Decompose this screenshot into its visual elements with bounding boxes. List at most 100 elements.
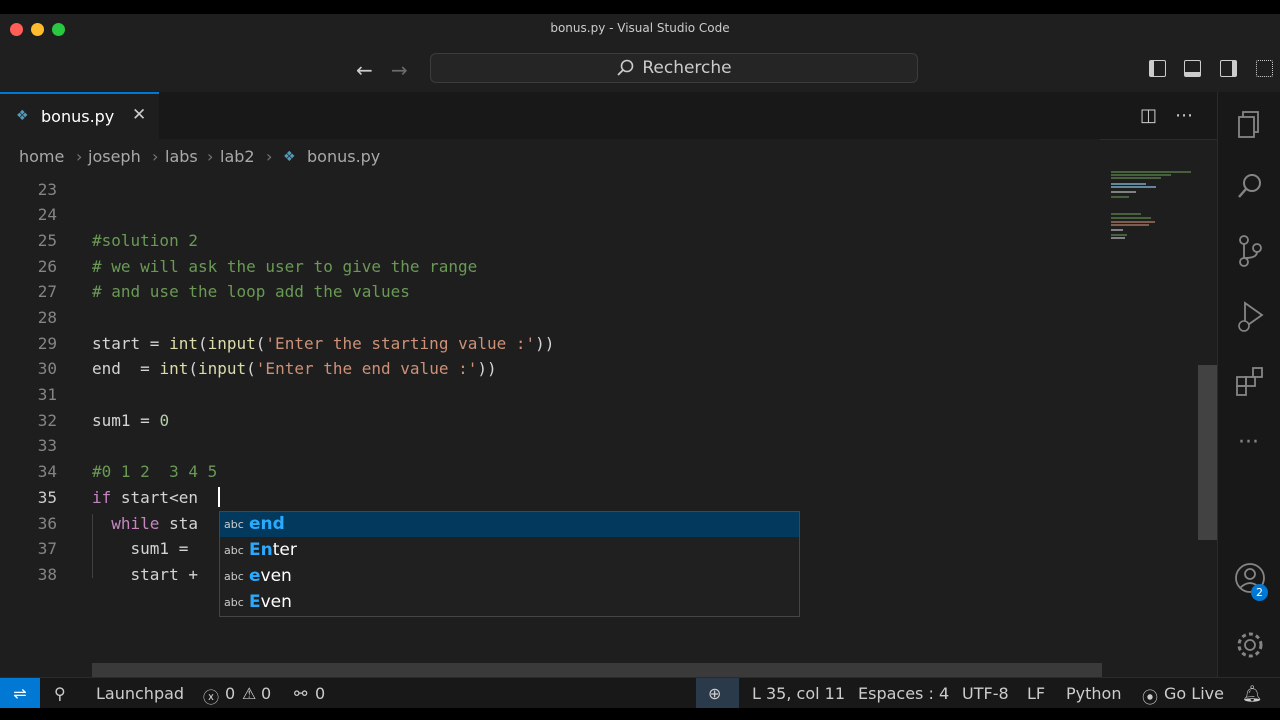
window-title: bonus.py - Visual Studio Code	[550, 21, 730, 35]
line-number: 28	[37, 308, 57, 327]
code-line: start +	[92, 565, 198, 584]
search-icon[interactable]	[1236, 172, 1264, 202]
accounts-badge: 2	[1251, 584, 1268, 601]
code-line: # we will ask the user to give the range	[92, 257, 478, 276]
code-line: sum1 =	[92, 539, 189, 558]
breadcrumb-file[interactable]: bonus.py	[307, 147, 380, 166]
forward-arrow-icon[interactable]: →	[391, 58, 408, 82]
horizontal-scrollbar[interactable]	[92, 663, 1102, 677]
notifications-bell-icon[interactable]: 🔔︎	[1242, 684, 1262, 703]
search-icon	[617, 59, 634, 76]
split-editor-icon[interactable]: ◫	[1140, 105, 1157, 126]
code-line: #solution 2	[92, 231, 198, 250]
line-number: 27	[37, 282, 57, 301]
zoom-icon: ⊕	[708, 684, 722, 703]
text-kind-icon: abc	[224, 518, 244, 531]
extensions-icon[interactable]	[1234, 365, 1266, 397]
bottom-strip	[0, 708, 1280, 720]
ports-icon: ⚯	[294, 684, 308, 703]
error-icon: ⓧ	[203, 688, 220, 707]
remote-indicator-icon[interactable]: ⇌	[0, 678, 40, 709]
code-line: while sta	[111, 514, 198, 533]
close-tab-icon[interactable]: ✕	[132, 105, 146, 125]
text-kind-icon: abc	[224, 596, 244, 609]
status-bar: ⇌ ⚲ Launchpad ⓧ 0 ⚠ 0 ⚯ 0 ⊕ L 35, col 11…	[0, 677, 1280, 709]
suggestion-word: end	[249, 514, 285, 534]
error-count[interactable]: 0	[225, 684, 235, 703]
suggestion-word: even	[249, 566, 292, 586]
indent-guide	[92, 514, 93, 578]
code-line-active: if start<en	[92, 488, 198, 507]
cursor-position[interactable]: L 35, col 11	[752, 684, 845, 703]
breadcrumb-home[interactable]: home	[19, 147, 64, 166]
warning-icon: ⚠	[242, 684, 257, 703]
vertical-scrollbar[interactable]	[1198, 365, 1217, 540]
minimap[interactable]	[1103, 171, 1200, 663]
suggestion-item[interactable]: abc Even	[220, 590, 799, 615]
toggle-primary-sidebar-icon[interactable]	[1149, 60, 1166, 77]
customize-layout-icon[interactable]	[1256, 60, 1273, 77]
python-file-icon: ❖	[16, 108, 29, 124]
code-line: #0 1 2 3 4 5	[92, 462, 218, 481]
source-control-icon[interactable]	[1236, 234, 1264, 268]
text-cursor	[218, 487, 220, 507]
run-debug-icon[interactable]	[1236, 300, 1266, 334]
warning-count[interactable]: 0	[261, 684, 271, 703]
line-number: 24	[37, 205, 57, 224]
search-label: Recherche	[642, 58, 732, 78]
command-search-box[interactable]: Recherche	[430, 53, 918, 83]
code-line: end = int(input('Enter the end value :')…	[92, 359, 497, 378]
title-bar: bonus.py - Visual Studio Code ← → Recher…	[0, 0, 1280, 92]
tab-bar: ❖ bonus.py ✕	[0, 92, 1217, 140]
indentation[interactable]: Espaces : 4	[858, 684, 949, 703]
breadcrumb-labs[interactable]: labs	[165, 147, 198, 166]
go-live-button[interactable]: Go Live	[1164, 684, 1224, 703]
tab-bonus-py[interactable]: ❖ bonus.py ✕	[0, 92, 159, 139]
line-number: 35	[37, 488, 57, 507]
suggestion-word: Enter	[249, 540, 297, 560]
language-mode[interactable]: Python	[1066, 684, 1121, 703]
settings-gear-icon[interactable]	[1234, 629, 1266, 661]
line-number: 25	[37, 231, 57, 250]
breadcrumb-lab2[interactable]: lab2	[220, 147, 255, 166]
code-line: start = int(input('Enter the starting va…	[92, 334, 555, 353]
more-views-icon[interactable]: ···	[1238, 430, 1259, 455]
line-number: 37	[37, 539, 57, 558]
breadcrumb-joseph[interactable]: joseph	[88, 147, 141, 166]
line-number: 33	[37, 436, 57, 455]
tab-label: bonus.py	[41, 107, 115, 126]
line-number: 30	[37, 359, 57, 378]
suggestion-item[interactable]: abc end	[220, 512, 799, 537]
line-number: 38	[37, 565, 57, 584]
explorer-icon[interactable]	[1236, 110, 1264, 140]
launchpad-button[interactable]: Launchpad	[96, 684, 184, 703]
python-file-icon: ❖	[283, 149, 296, 165]
back-arrow-icon[interactable]: ←	[356, 58, 373, 82]
top-strip	[0, 0, 1280, 14]
toggle-panel-icon[interactable]	[1184, 60, 1201, 77]
activity-bar: ···	[1217, 92, 1280, 677]
toggle-secondary-sidebar-icon[interactable]	[1220, 60, 1237, 77]
line-number: 26	[37, 257, 57, 276]
text-kind-icon: abc	[224, 570, 244, 583]
encoding[interactable]: UTF-8	[962, 684, 1009, 703]
ports-count[interactable]: 0	[315, 684, 325, 703]
chevron-right-icon: ›	[152, 147, 159, 166]
chevron-right-icon: ›	[76, 147, 83, 166]
text-kind-icon: abc	[224, 544, 244, 557]
more-actions-icon[interactable]: ⋯	[1175, 105, 1193, 126]
chevron-right-icon: ›	[207, 147, 214, 166]
suggestion-item[interactable]: abc even	[220, 564, 799, 589]
breadcrumb: home › joseph › labs › lab2 › ❖ bonus.py	[0, 139, 1100, 171]
code-line: # and use the loop add the values	[92, 282, 410, 301]
line-number: 31	[37, 385, 57, 404]
suggestion-word: Even	[249, 592, 292, 612]
go-live-icon: ⦿	[1142, 688, 1159, 707]
line-number: 29	[37, 334, 57, 353]
end-of-line[interactable]: LF	[1027, 684, 1045, 703]
code-line: sum1 = 0	[92, 411, 170, 430]
line-number: 34	[37, 462, 57, 481]
suggestion-item[interactable]: abc Enter	[220, 538, 799, 563]
line-number: 23	[37, 180, 57, 199]
autocomplete-suggestions: abc end abc Enter abc even abc Even	[219, 511, 800, 617]
